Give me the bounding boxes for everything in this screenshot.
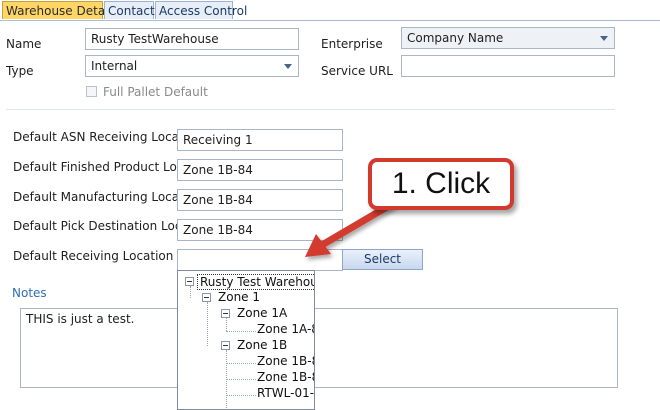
click-callout: 1. Click <box>368 158 514 210</box>
annotation-arrow <box>305 200 396 257</box>
